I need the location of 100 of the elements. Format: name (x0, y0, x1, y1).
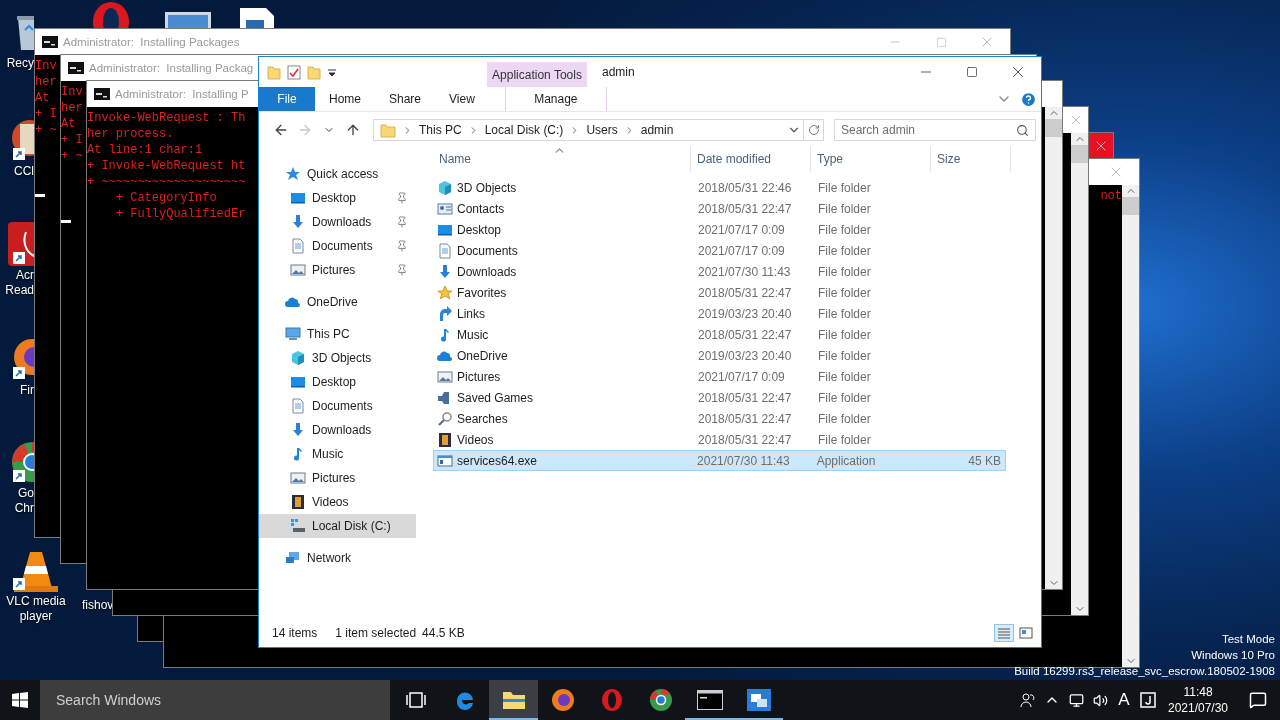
console-icon (68, 62, 84, 74)
notification-icon[interactable] (1249, 691, 1267, 709)
date-cell-text: 2018/05/31 22:46 (697, 180, 793, 195)
file-row[interactable]: Videos 2018/05/31 22:47 File folder (433, 429, 1006, 450)
firefox-icon (550, 688, 575, 712)
refresh-icon (807, 124, 820, 136)
file-row[interactable]: 3D Objects 2018/05/31 22:46 File folder (433, 177, 1006, 198)
nav-item[interactable]: 3D Objects (259, 346, 416, 370)
console-text: + ~~~~~~~~~~~~~~~~~~~~ (87, 174, 246, 190)
properties-icon[interactable] (287, 64, 301, 80)
type-cell-text: File folder (817, 264, 872, 279)
file-row[interactable]: Searches 2018/05/31 22:47 File folder (433, 408, 1006, 429)
address-bar[interactable]: This PC Local Disk (C:) Users admin (373, 119, 804, 141)
file-name: Videos (457, 432, 494, 447)
nav-item[interactable]: Desktop (259, 186, 416, 210)
ribbon-tab[interactable]: Share (375, 87, 436, 111)
file-row[interactable]: Documents 2021/07/17 0:09 File folder (433, 240, 1006, 261)
date-cell-text: 2019/03/23 20:40 (697, 348, 793, 363)
ribbon-tab[interactable]: File (259, 87, 315, 111)
nav-item[interactable]: Network (259, 546, 416, 570)
application-icon (437, 452, 453, 469)
breadcrumb[interactable]: Local Disk (C:) (484, 123, 564, 137)
input-mode-indicator[interactable]: A (1112, 690, 1136, 710)
file-name: Links (457, 306, 485, 321)
window-title: Administrator: Installing Packag (89, 62, 254, 74)
refresh-button[interactable] (804, 119, 824, 141)
nav-item[interactable]: Documents (259, 394, 416, 418)
breadcrumb[interactable]: admin (640, 123, 674, 137)
file-name: 3D Objects (457, 180, 517, 195)
taskbar-button[interactable] (489, 680, 538, 720)
nav-label: Desktop (312, 375, 357, 389)
console-text: + ~ (35, 122, 57, 138)
nav-item[interactable]: Downloads (259, 210, 416, 234)
file-row[interactable]: services64.exe 2021/07/30 11:43 Application 45 KB (433, 450, 1006, 471)
ribbon-tab[interactable]: View (435, 87, 489, 111)
column-header[interactable]: Name (433, 146, 691, 172)
nav-item[interactable]: Documents (259, 234, 416, 258)
console-text: + I (35, 106, 57, 122)
file-row[interactable]: Pictures 2021/07/17 0:09 File folder (433, 366, 1006, 387)
file-row[interactable]: Links 2019/03/23 20:40 File folder (433, 303, 1006, 324)
file-row[interactable]: Contacts 2018/05/31 22:47 File folder (433, 198, 1006, 219)
back-icon[interactable] (273, 122, 289, 138)
search-field[interactable]: Search admin (834, 119, 1036, 141)
maximize-icon[interactable] (966, 66, 978, 78)
desktop-icon (290, 374, 306, 390)
breadcrumb[interactable]: Users (586, 123, 618, 137)
file-row[interactable]: Music 2018/05/31 22:47 File folder (433, 324, 1006, 345)
tiles-view-button[interactable] (1016, 624, 1036, 642)
nav-item[interactable]: This PC (259, 322, 416, 346)
magnifier-icon (437, 410, 453, 427)
column-label: Type (817, 152, 843, 166)
network-icon[interactable] (1068, 692, 1084, 708)
people-icon[interactable] (1020, 692, 1036, 708)
nav-item[interactable]: Quick access (259, 162, 416, 186)
scroll-thumb[interactable] (1071, 145, 1088, 163)
search-field[interactable]: Search Windows (40, 680, 390, 720)
breadcrumb[interactable]: This PC (419, 123, 462, 137)
nav-label: Pictures (312, 263, 356, 277)
file-row[interactable]: Desktop 2021/07/17 0:09 File folder (433, 219, 1006, 240)
clock-time[interactable]: 11:48 (1183, 684, 1213, 700)
type-cell-text: File folder (817, 432, 872, 447)
console-text: + ~ (61, 148, 83, 164)
window-title: Administrator: Installing Packages (63, 36, 240, 48)
nav-item[interactable]: Pictures (259, 258, 416, 282)
nav-item[interactable]: Videos (259, 490, 416, 514)
help-icon[interactable] (1020, 90, 1037, 108)
up-icon[interactable] (345, 122, 361, 138)
picture-icon (437, 368, 453, 385)
scroll-thumb[interactable] (1122, 197, 1139, 215)
clock-date[interactable]: 2021/07/30 (1167, 700, 1229, 716)
nav-item[interactable]: Music (259, 442, 416, 466)
ime-icon[interactable] (1140, 692, 1156, 708)
file-row[interactable]: Favorites 2018/05/31 22:47 File folder (433, 282, 1006, 303)
scroll-thumb[interactable] (1045, 119, 1062, 137)
size-cell-text: 45 KB (967, 453, 1002, 468)
console-text: Invoke-WebRequest : Th (87, 110, 246, 126)
column-header[interactable]: Date modified (691, 146, 811, 172)
document-icon (290, 398, 306, 414)
console-text: her process. (87, 126, 174, 142)
type-cell-text: File folder (817, 348, 872, 363)
type-cell-text: File folder (817, 180, 872, 195)
file-row[interactable]: OneDrive 2019/03/23 20:40 File folder (433, 345, 1006, 366)
ribbon-tab[interactable]: Manage (504, 87, 607, 111)
nav-label: Music (312, 447, 344, 461)
date-cell-text: 2018/05/31 22:47 (697, 201, 793, 216)
column-header[interactable]: Type (811, 146, 931, 172)
file-row[interactable]: Saved Games 2018/05/31 22:47 File folder (433, 387, 1006, 408)
file-row[interactable]: Downloads 2021/07/30 11:43 File folder (433, 261, 1006, 282)
nav-item[interactable]: OneDrive (259, 290, 416, 314)
nav-item[interactable]: Pictures (259, 466, 416, 490)
nav-item[interactable]: Local Disk (C:) (259, 514, 416, 538)
ribbon-tab[interactable]: Home (315, 87, 375, 111)
task-view-icon (405, 691, 426, 709)
nav-item[interactable]: Desktop (259, 370, 416, 394)
column-header[interactable]: Size (931, 146, 1011, 172)
picture-icon (290, 470, 306, 486)
console-icon (42, 36, 58, 48)
volume-icon[interactable] (1092, 692, 1108, 708)
close-button[interactable] (1088, 133, 1113, 159)
nav-item[interactable]: Downloads (259, 418, 416, 442)
